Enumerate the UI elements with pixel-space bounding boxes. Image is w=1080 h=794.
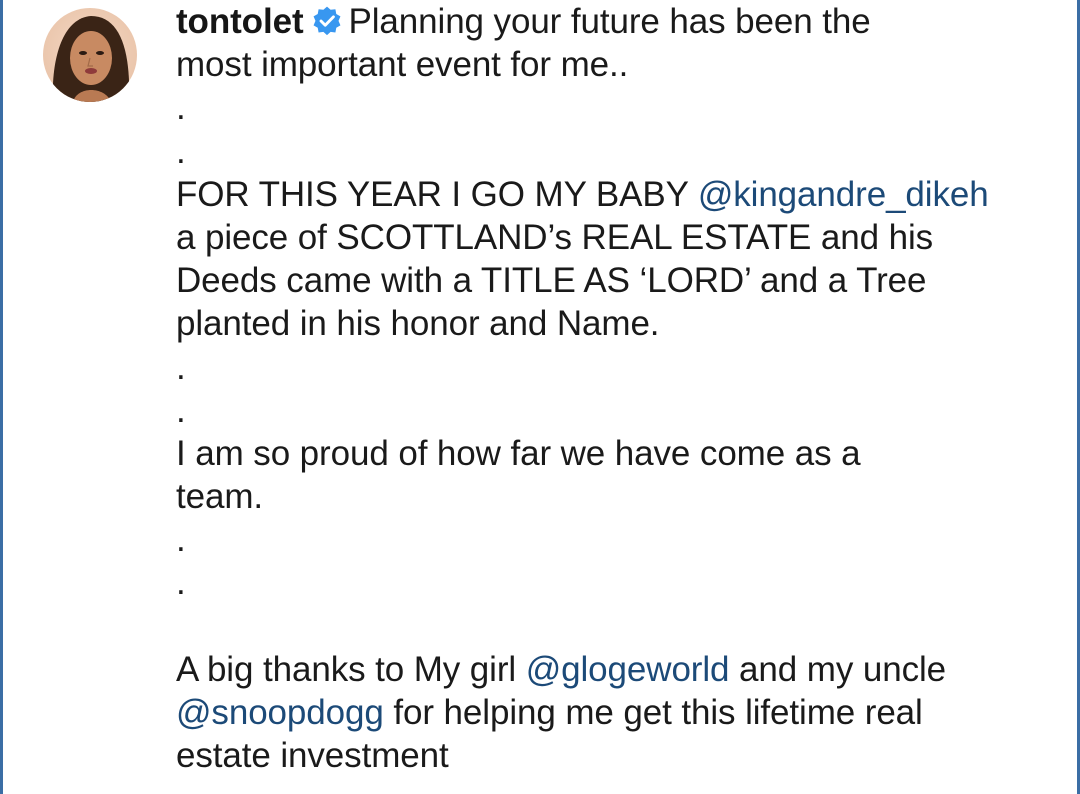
caption-line-text: for helping me get this lifetime real [383,693,923,732]
verified-badge-icon [313,6,340,36]
caption-dot: . [176,390,186,430]
avatar[interactable] [43,8,137,102]
mention-link-snoopdogg[interactable]: @snoopdogg [176,693,384,732]
caption-line: tontolet Planning your future has been t… [176,0,1046,43]
caption-dot: . [176,131,186,171]
avatar-photo [43,8,137,102]
mention-link-glogeworld[interactable]: @glogeworld [526,650,730,689]
caption-line: Deeds came with a TITLE AS ‘LORD’ and a … [176,261,927,301]
caption-line-text: A big thanks to My girl [176,649,526,689]
caption-line: I am so proud of how far we have come as… [176,433,861,473]
caption-line: @snoopdogg for helping me get this lifet… [176,691,1046,734]
caption-line: A big thanks to My girl @glogeworld and … [176,648,1046,691]
caption-line-text: Planning your future has been the [348,2,871,41]
caption-line: a piece of SCOTTLAND’s REAL ESTATE and h… [176,217,934,257]
caption-gap [176,605,1046,648]
username-link[interactable]: tontolet [176,2,304,41]
caption-dot: . [176,88,186,128]
caption-line-text: FOR THIS YEAR I GO MY BABY [176,174,698,214]
caption-line: team. [176,477,264,517]
post-caption-card: tontolet Planning your future has been t… [0,0,1080,794]
caption-line: estate investment [176,736,449,776]
caption-line-text: and my uncle [729,649,947,689]
caption-text: tontolet Planning your future has been t… [176,0,1046,777]
mention-link-kingandre[interactable]: @kingandre_dikeh [698,175,989,214]
caption-line: FOR THIS YEAR I GO MY BABY @kingandre_di… [176,173,1046,216]
caption-line: planted in his honor and Name. [176,304,660,344]
caption-dot: . [176,563,186,603]
caption-line: most important event for me.. [176,45,629,85]
caption-dot: . [176,520,186,560]
caption-dot: . [176,347,186,387]
